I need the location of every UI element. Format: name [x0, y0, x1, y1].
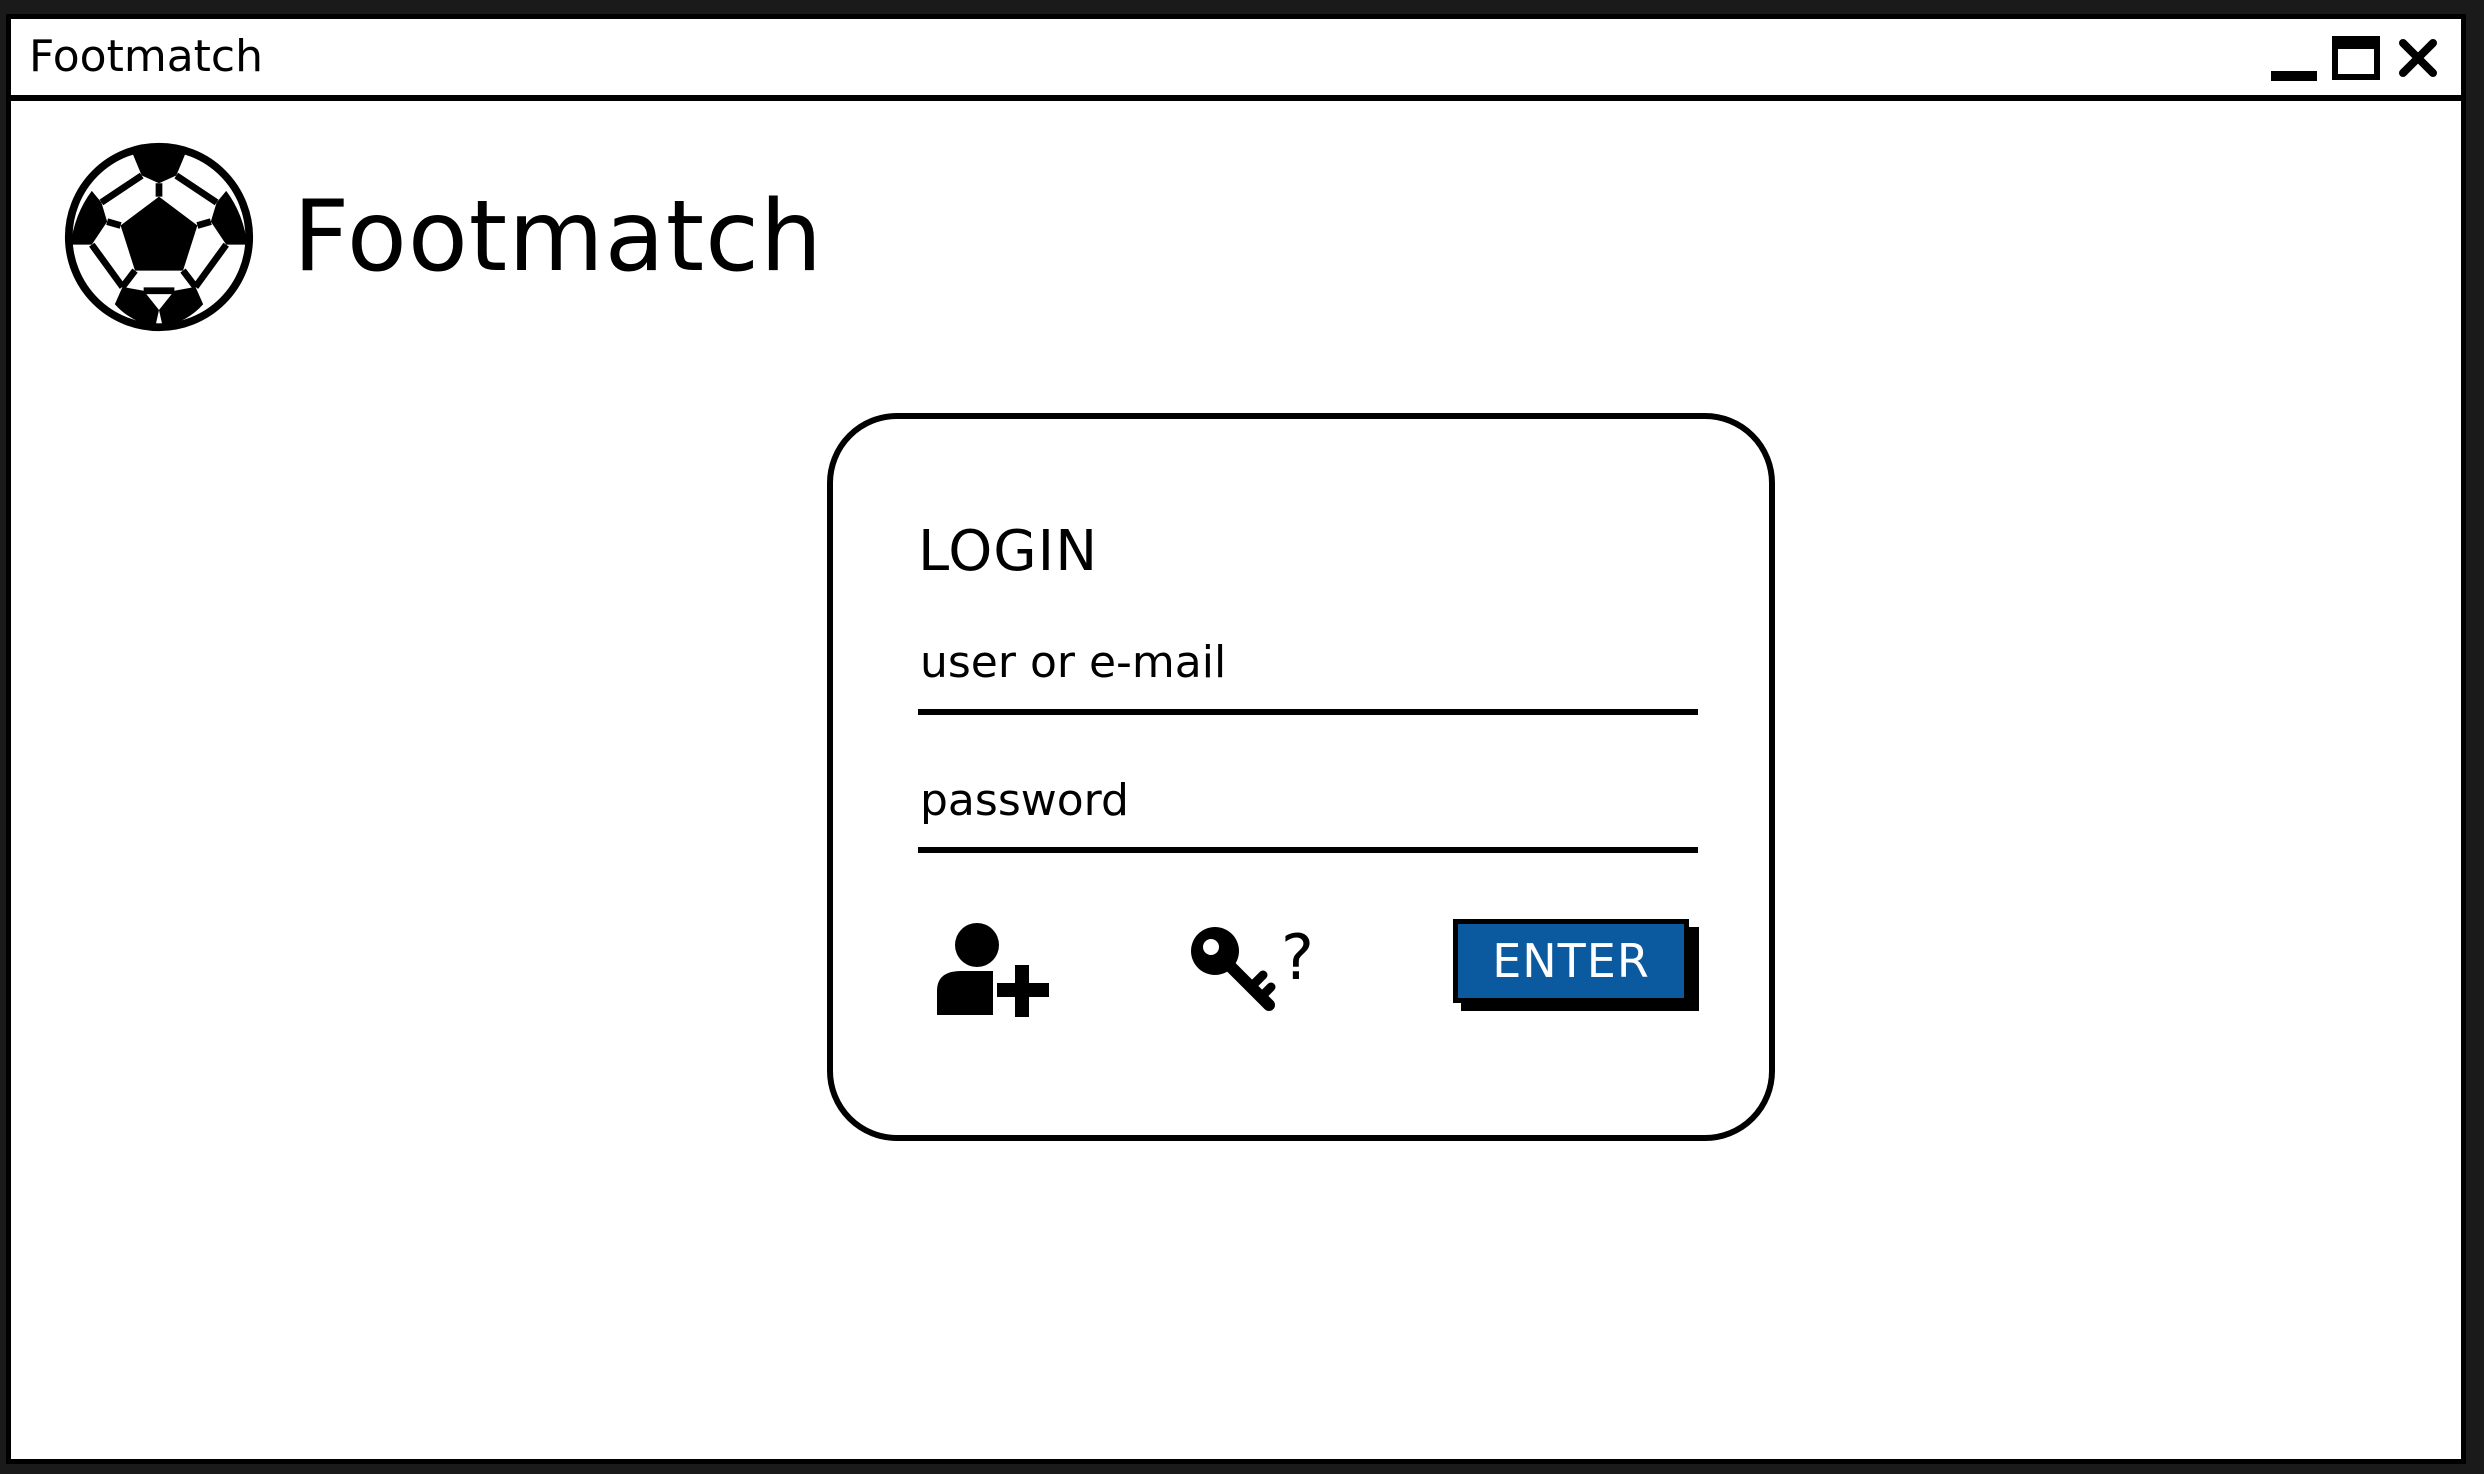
- close-icon: [2399, 39, 2437, 77]
- maximize-button[interactable]: [2331, 33, 2381, 83]
- login-card: LOGIN ? ENTER: [827, 413, 1775, 1141]
- brand-header: Footmatch: [63, 137, 823, 337]
- minimize-icon: [2271, 71, 2317, 81]
- maximize-icon: [2332, 36, 2380, 80]
- user-email-input[interactable]: [918, 629, 1698, 715]
- password-input[interactable]: [918, 767, 1698, 853]
- soccer-ball-icon: [64, 142, 254, 332]
- window-title: Footmatch: [29, 31, 263, 82]
- title-bar: Footmatch: [11, 19, 2461, 101]
- enter-button-wrap: ENTER: [1453, 919, 1699, 1011]
- minimize-button[interactable]: [2269, 33, 2319, 83]
- add-user-icon: [937, 923, 1053, 1021]
- question-mark: ?: [1281, 921, 1314, 994]
- key-question-icon: ?: [1191, 921, 1314, 1011]
- app-window: Footmatch Footmatch LOGIN user or e-mail…: [6, 14, 2466, 1464]
- app-name: Footmatch: [293, 180, 824, 294]
- forgot-password-button[interactable]: ?: [1185, 917, 1325, 1017]
- window-controls: [2269, 33, 2443, 83]
- login-heading: LOGIN: [918, 519, 1099, 584]
- register-button[interactable]: [933, 919, 1063, 1021]
- enter-button[interactable]: ENTER: [1453, 919, 1689, 1003]
- close-button[interactable]: [2393, 33, 2443, 83]
